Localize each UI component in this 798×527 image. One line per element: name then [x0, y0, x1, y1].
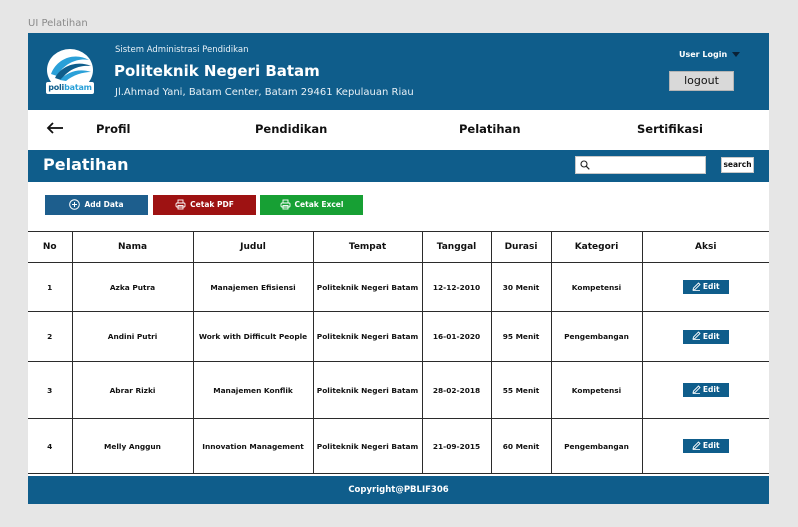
- nav-item-sertifikasi[interactable]: Sertifikasi: [637, 122, 703, 136]
- app-window: polibatam Sistem Administrasi Pendidikan…: [28, 33, 769, 504]
- search-icon: [580, 160, 590, 170]
- column-header: Judul: [192, 231, 314, 263]
- table-row: 1 Azka Putra Manajemen Efisiensi Politek…: [28, 262, 769, 312]
- edit-label: Edit: [702, 282, 720, 291]
- edit-button[interactable]: Edit: [682, 280, 729, 294]
- cell-aksi: Edit: [641, 418, 769, 474]
- cell-tanggal: 21-09-2015: [421, 418, 492, 474]
- cell-tempat: Politeknik Negeri Batam: [312, 361, 423, 419]
- cell-aksi: Edit: [641, 311, 769, 362]
- nav-item-pendidikan[interactable]: Pendidikan: [255, 122, 327, 136]
- cell-no: 1: [28, 262, 73, 312]
- cell-nama: Melly Anggun: [71, 418, 194, 474]
- search-input[interactable]: [594, 158, 702, 172]
- pencil-icon: [692, 281, 701, 291]
- institution-name: Politeknik Negeri Batam: [114, 62, 320, 80]
- column-header: Tanggal: [421, 231, 492, 263]
- cell-kategori: Kompetensi: [550, 262, 643, 312]
- pencil-icon: [692, 384, 701, 394]
- add-data-label: Add Data: [84, 200, 124, 209]
- section-bar: Pelatihan search: [28, 150, 769, 182]
- cell-tanggal: 28-02-2018: [421, 361, 492, 419]
- edit-label: Edit: [702, 441, 720, 450]
- cell-nama: Azka Putra: [71, 262, 194, 312]
- cell-judul: Innovation Management: [192, 418, 314, 474]
- print-pdf-button[interactable]: Cetak PDF: [153, 195, 256, 215]
- plus-circle-icon: [69, 198, 81, 210]
- cell-tempat: Politeknik Negeri Batam: [312, 418, 423, 474]
- cell-durasi: 55 Menit: [490, 361, 552, 419]
- edit-label: Edit: [702, 331, 720, 341]
- cell-kategori: Pengembangan: [550, 418, 643, 474]
- cell-aksi: Edit: [641, 361, 769, 419]
- column-header: Durasi: [490, 231, 552, 263]
- search-button[interactable]: search: [721, 157, 754, 173]
- cell-aksi: Edit: [641, 262, 769, 312]
- cell-kategori: Kompetensi: [550, 361, 643, 419]
- logout-button[interactable]: logout: [669, 71, 734, 91]
- page-title: Pelatihan: [43, 155, 129, 174]
- cell-durasi: 60 Menit: [490, 418, 552, 474]
- nav-item-profil[interactable]: Profil: [96, 122, 130, 136]
- system-name: Sistem Administrasi Pendidikan: [115, 45, 249, 55]
- cell-tempat: Politeknik Negeri Batam: [312, 311, 423, 362]
- cell-kategori: Pengembangan: [550, 311, 643, 362]
- cell-judul: Manajemen Konflik: [192, 361, 314, 419]
- pencil-icon: [692, 331, 701, 340]
- arrow-left-icon[interactable]: [45, 120, 65, 136]
- table-row: 3 Abrar Rizki Manajemen Konflik Politekn…: [28, 361, 769, 419]
- table-row: 2 Andini Putri Work with Difficult Peopl…: [28, 311, 769, 362]
- cell-durasi: 30 Menit: [490, 262, 552, 312]
- nav-item-pelatihan[interactable]: Pelatihan: [459, 122, 521, 136]
- user-login-dropdown[interactable]: User Login: [679, 50, 741, 59]
- cell-tanggal: 12-12-2010: [421, 262, 492, 312]
- table-header-row: No Nama Judul Tempat Tanggal Durasi Kate…: [28, 231, 769, 263]
- cell-nama: Andini Putri: [71, 311, 194, 362]
- cell-tempat: Politeknik Negeri Batam: [312, 262, 423, 312]
- edit-button[interactable]: Edit: [682, 383, 729, 397]
- logo-wordmark: polibatam: [46, 82, 94, 94]
- cell-no: 3: [28, 361, 73, 419]
- cell-no: 2: [28, 311, 73, 362]
- add-data-button[interactable]: Add Data: [45, 195, 148, 215]
- footer-copyright: Copyright@PBLIF306: [28, 476, 769, 504]
- search-field[interactable]: [575, 156, 706, 174]
- cell-judul: Work with Difficult People: [192, 311, 314, 362]
- cell-no: 4: [28, 418, 73, 474]
- cell-judul: Manajemen Efisiensi: [192, 262, 314, 312]
- print-pdf-label: Cetak PDF: [190, 200, 234, 209]
- table-row: 4 Melly Anggun Innovation Management Pol…: [28, 418, 769, 474]
- edit-button[interactable]: Edit: [682, 439, 729, 453]
- printer-icon: [175, 199, 186, 209]
- column-header: Nama: [71, 231, 194, 263]
- institution-address: Jl.Ahmad Yani, Batam Center, Batam 29461…: [115, 87, 414, 98]
- cell-tanggal: 16-01-2020: [421, 311, 492, 362]
- caret-down-icon: [732, 52, 741, 57]
- training-table: No Nama Judul Tempat Tanggal Durasi Kate…: [28, 231, 769, 474]
- edit-label: Edit: [702, 385, 720, 394]
- user-login-label: User Login: [679, 50, 728, 59]
- cell-durasi: 95 Menit: [490, 311, 552, 362]
- printer-icon: [280, 199, 290, 209]
- column-header: Tempat: [312, 231, 423, 263]
- edit-button[interactable]: Edit: [682, 329, 729, 344]
- frame-title: UI Pelatihan: [28, 18, 88, 29]
- column-header: Kategori: [550, 231, 643, 263]
- top-nav: Profil Pendidikan Pelatihan Sertifikasi: [28, 110, 769, 150]
- column-header: No: [28, 231, 73, 263]
- print-excel-button[interactable]: Cetak Excel: [260, 195, 363, 215]
- cell-nama: Abrar Rizki: [71, 361, 194, 419]
- pencil-icon: [692, 440, 701, 450]
- logo: polibatam: [45, 48, 95, 96]
- column-header: Aksi: [641, 231, 769, 263]
- print-excel-label: Cetak Excel: [294, 200, 344, 209]
- header: polibatam Sistem Administrasi Pendidikan…: [28, 33, 769, 110]
